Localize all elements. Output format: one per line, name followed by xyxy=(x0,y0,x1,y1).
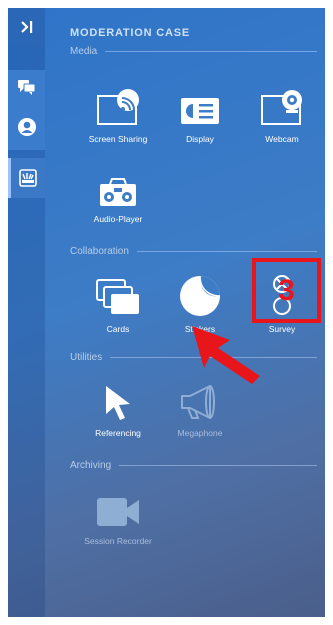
tool-label: Cards xyxy=(106,324,130,334)
section-label: Archiving xyxy=(70,459,112,471)
divider xyxy=(136,250,317,252)
session-recorder-tool[interactable]: Session Recorder xyxy=(78,486,158,546)
annotation-step-number: 3 xyxy=(278,273,295,307)
tool-label: Screen Sharing xyxy=(88,134,148,144)
display-icon xyxy=(181,98,219,124)
collapse-icon xyxy=(20,21,32,33)
participant-button[interactable] xyxy=(8,110,45,144)
chat-button[interactable] xyxy=(8,70,45,104)
webcam-icon xyxy=(261,90,302,125)
collapse-panel-button[interactable] xyxy=(8,8,45,46)
tool-label: Session Recorder xyxy=(84,536,152,546)
boombox-icon xyxy=(100,178,136,206)
moderation-button[interactable] xyxy=(8,158,45,198)
divider xyxy=(119,464,317,466)
left-rail xyxy=(8,8,45,617)
panel-title: MODERATION CASE xyxy=(70,27,190,39)
audio-player-tool[interactable]: Audio-Player xyxy=(78,164,158,224)
annotation-step-box: 3 xyxy=(252,258,321,323)
section-archiving: Archiving xyxy=(70,458,317,472)
sticker-icon xyxy=(180,275,221,316)
divider xyxy=(105,50,317,52)
screen-share-icon xyxy=(97,89,139,125)
screen-sharing-tool[interactable]: Screen Sharing xyxy=(78,84,158,144)
user-icon xyxy=(17,118,36,136)
webcam-tool[interactable]: Webcam xyxy=(242,84,322,144)
pointer-icon xyxy=(106,386,130,420)
tool-label: Webcam xyxy=(265,134,299,144)
annotation-arrow-icon xyxy=(192,326,260,384)
section-label: Utilities xyxy=(70,351,103,363)
section-collaboration: Collaboration xyxy=(70,244,317,258)
moderation-icon xyxy=(19,169,37,187)
section-label: Media xyxy=(70,45,98,57)
section-media: Media xyxy=(70,44,317,58)
tool-label: Megaphone xyxy=(177,428,223,438)
chat-icon xyxy=(17,80,35,95)
display-tool[interactable]: Display xyxy=(160,84,240,144)
cards-tool[interactable]: Cards xyxy=(78,274,158,334)
cards-icon xyxy=(96,279,139,314)
megaphone-icon xyxy=(181,385,215,419)
tool-label: Audio-Player xyxy=(93,214,143,224)
video-camera-icon xyxy=(97,498,139,526)
section-label: Collaboration xyxy=(70,245,129,257)
referencing-tool[interactable]: Referencing xyxy=(78,378,158,438)
tool-label: Referencing xyxy=(95,428,141,438)
tool-label: Display xyxy=(186,134,214,144)
